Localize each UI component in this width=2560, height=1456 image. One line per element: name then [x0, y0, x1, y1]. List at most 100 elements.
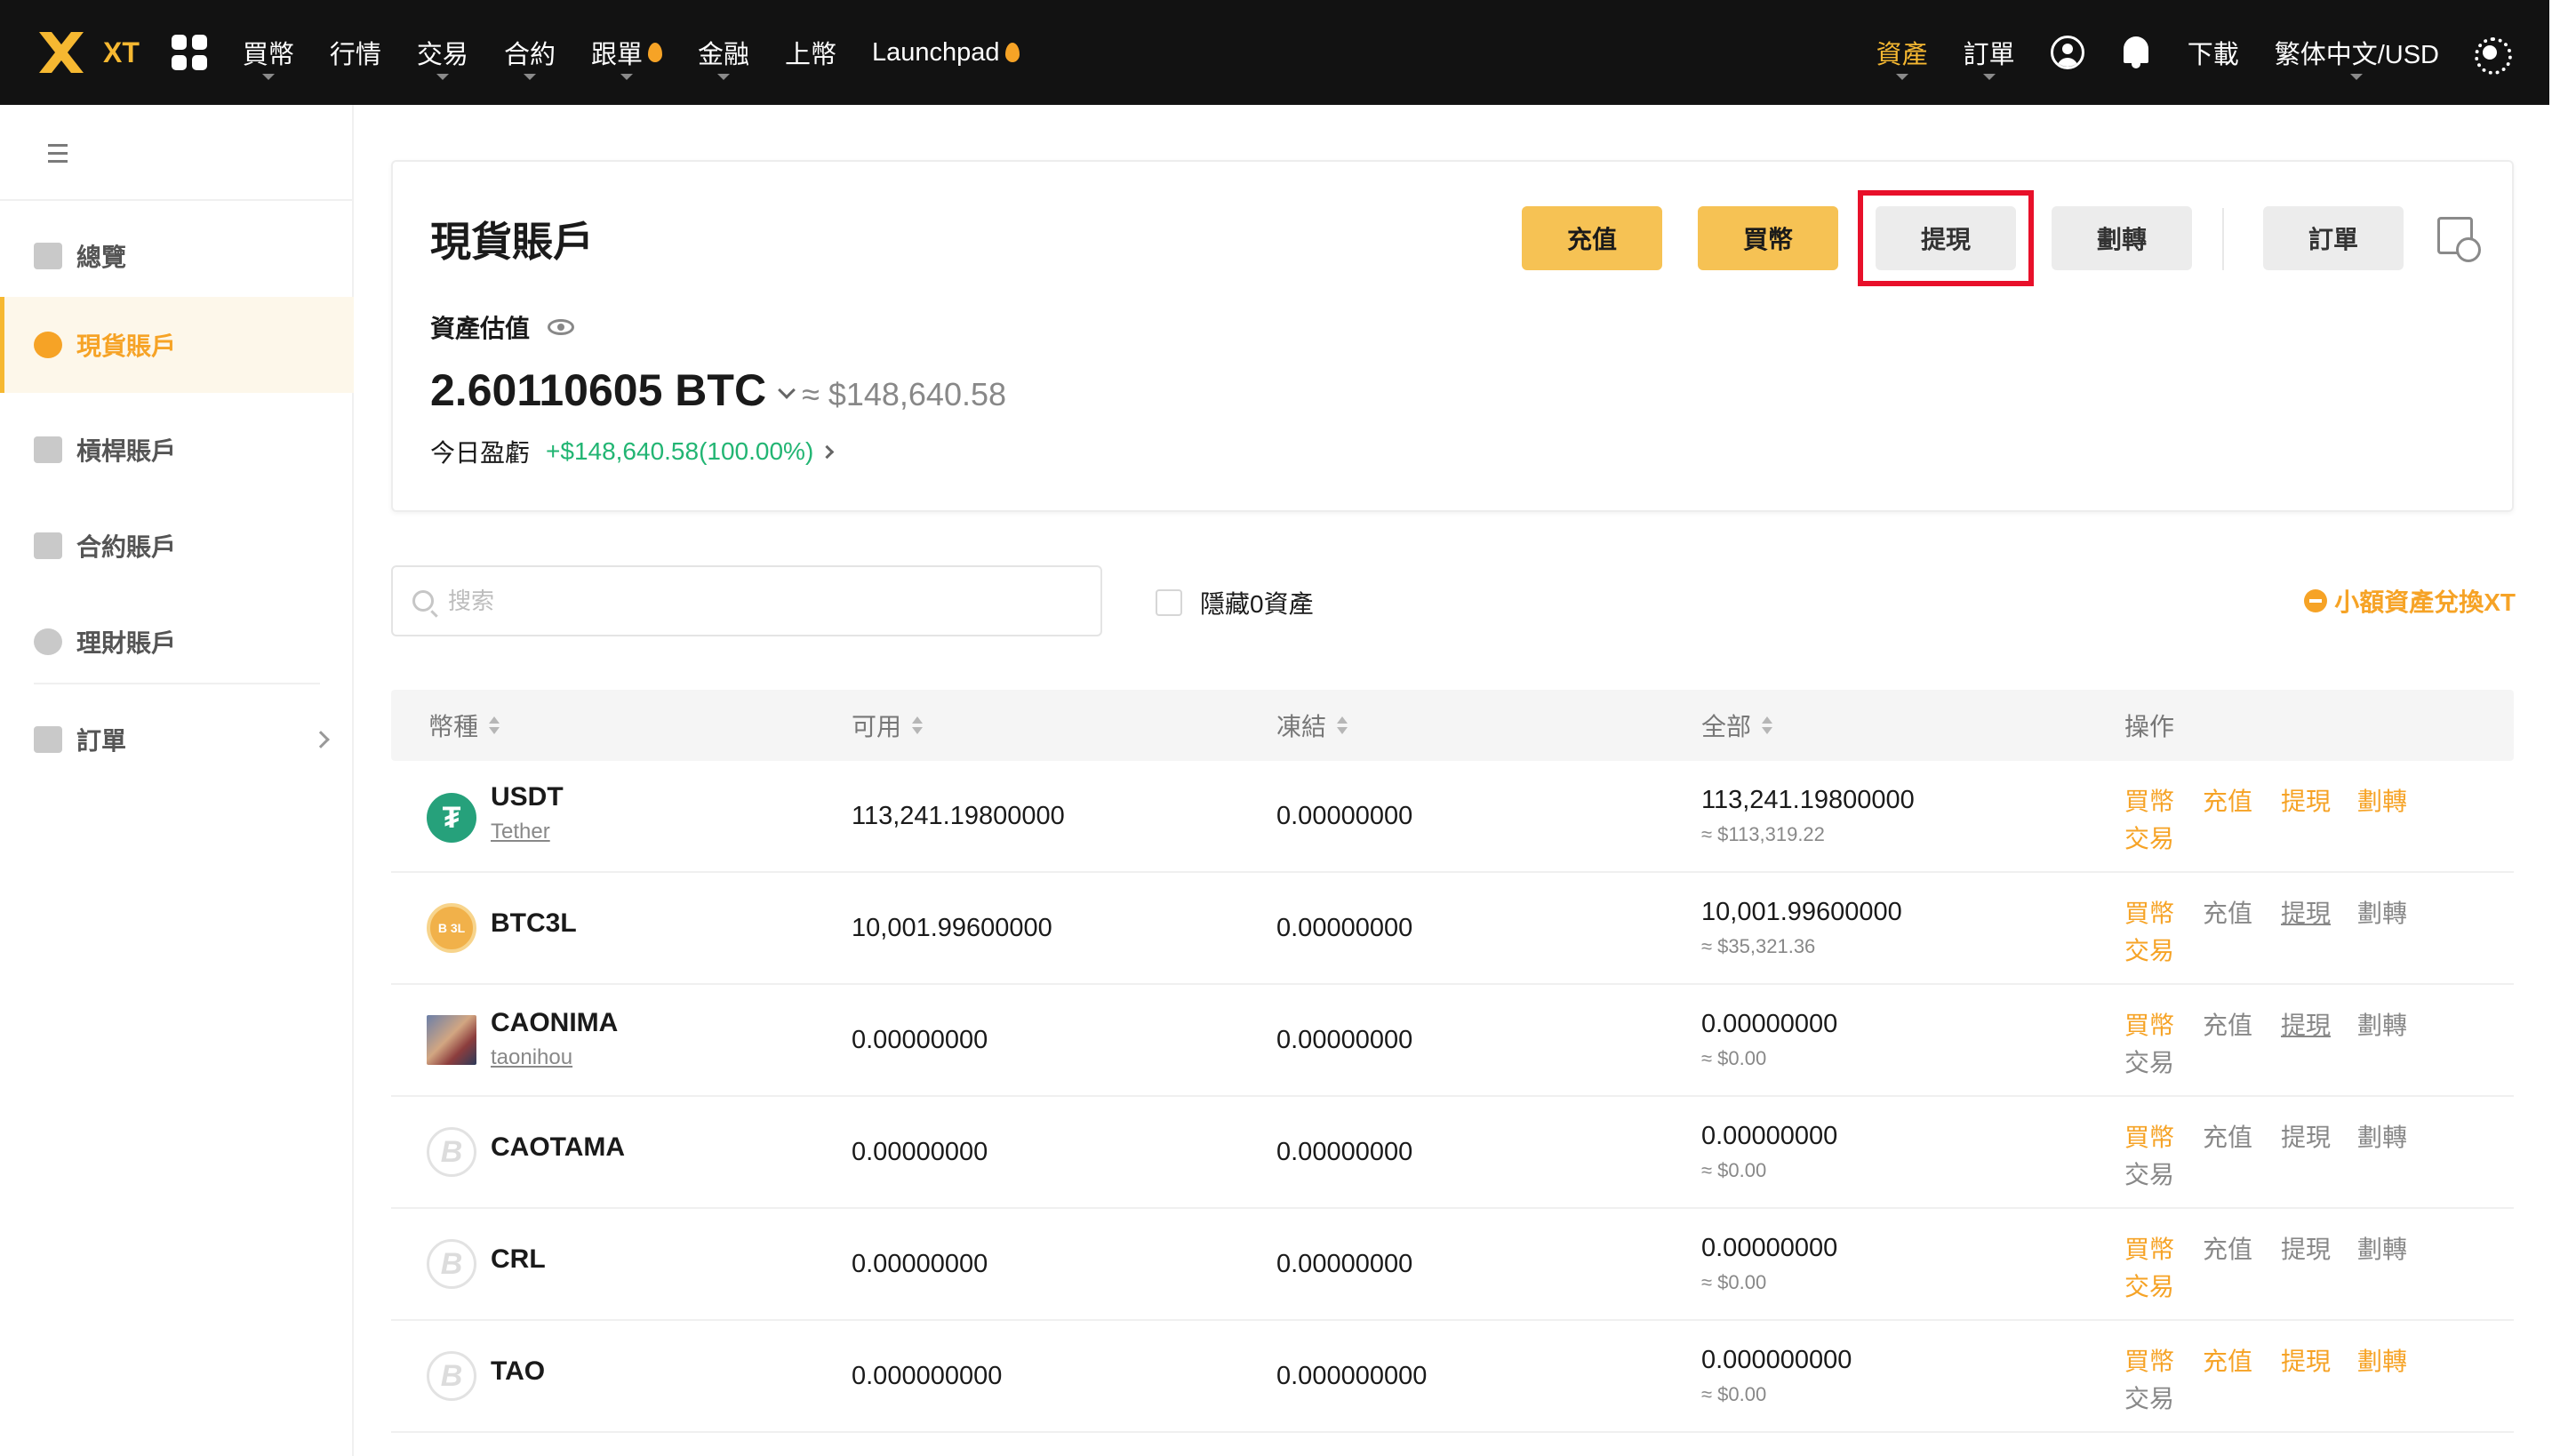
chevron-down-icon[interactable]	[778, 381, 796, 399]
nav-language[interactable]: 繁体中文/USD	[2275, 0, 2439, 105]
action-withdraw[interactable]: 提現	[2281, 1118, 2331, 1154]
frozen-amount: 0.00000000	[1276, 914, 1413, 942]
action-deposit[interactable]: 充值	[2203, 1006, 2252, 1042]
transfer-button[interactable]: 劃轉	[2052, 206, 2192, 270]
xt-logo-icon	[39, 32, 84, 73]
action-deposit[interactable]: 充值	[2203, 1118, 2252, 1154]
history-record-icon[interactable]	[2437, 217, 2481, 262]
coin-symbol: CAONIMA	[491, 1008, 619, 1037]
small-assets-convert-link[interactable]: 小額資產兌換XT	[2304, 583, 2516, 619]
sidebar-item-spot-account[interactable]: 現貨賬戶	[0, 297, 354, 393]
hide-zero-assets[interactable]: 隱藏0資產	[1156, 585, 1314, 620]
chevron-down-icon	[1982, 74, 1996, 80]
table-row: CAONIMA taonihou 0.00000000 0.00000000 0…	[391, 985, 2514, 1097]
logo[interactable]: XT	[34, 25, 140, 80]
orders-button[interactable]: 訂單	[2263, 206, 2404, 270]
action-buy[interactable]: 買幣	[2124, 1230, 2174, 1266]
sort-icon	[912, 716, 924, 734]
sort-icon	[489, 716, 500, 734]
action-trade[interactable]: 交易	[2124, 1268, 2174, 1303]
balance-btc: 2.60110605 BTC	[430, 365, 767, 415]
action-buy[interactable]: 買幣	[2124, 894, 2174, 930]
finance-icon	[34, 628, 62, 655]
action-trade[interactable]: 交易	[2124, 1044, 2174, 1079]
pnl-label: 今日盈虧	[430, 439, 531, 467]
action-transfer[interactable]: 劃轉	[2357, 782, 2407, 818]
nav-user[interactable]	[2050, 0, 2084, 105]
nav-buy-crypto[interactable]: 買幣	[243, 0, 294, 105]
frozen-amount: 0.00000000	[1276, 1026, 1413, 1054]
search-input[interactable]	[448, 587, 1070, 615]
hide-zero-checkbox[interactable]	[1156, 589, 1182, 616]
column-header-frozen[interactable]: 凍結	[1276, 690, 1348, 761]
action-buy[interactable]: 買幣	[2124, 782, 2174, 818]
action-deposit[interactable]: 充值	[2203, 782, 2252, 818]
generic-coin-icon: B	[427, 1239, 476, 1289]
search-box[interactable]	[391, 565, 1102, 636]
action-transfer[interactable]: 劃轉	[2357, 1006, 2407, 1042]
column-header-total[interactable]: 全部	[1701, 690, 1773, 761]
action-withdraw[interactable]: 提現	[2281, 1230, 2331, 1266]
action-withdraw[interactable]: 提現	[2281, 1006, 2331, 1042]
menu-collapse-icon[interactable]	[41, 144, 68, 165]
eye-icon[interactable]	[548, 319, 575, 335]
sliders-icon	[34, 436, 62, 463]
frozen-amount: 0.00000000	[1276, 1250, 1413, 1278]
nav-trade[interactable]: 交易	[417, 0, 468, 105]
action-deposit[interactable]: 充值	[2203, 1230, 2252, 1266]
sidebar-item-overview[interactable]: 總覽	[0, 208, 354, 304]
nav-futures[interactable]: 合約	[504, 0, 556, 105]
coin-fullname[interactable]: Tether	[491, 820, 550, 844]
action-transfer[interactable]: 劃轉	[2357, 1118, 2407, 1154]
order-list-icon	[34, 726, 62, 753]
nav-download[interactable]: 下載	[2188, 0, 2239, 105]
nav-notifications[interactable]	[2120, 0, 2152, 105]
frozen-amount: 0.000000000	[1276, 1362, 1428, 1390]
action-buy[interactable]: 買幣	[2124, 1342, 2174, 1378]
action-buy[interactable]: 買幣	[2124, 1118, 2174, 1154]
btc3l-icon: B 3L	[427, 903, 476, 953]
chevron-down-icon	[1895, 74, 1908, 80]
nav-listing[interactable]: 上幣	[785, 0, 836, 105]
action-transfer[interactable]: 劃轉	[2357, 1230, 2407, 1266]
action-trade[interactable]: 交易	[2124, 1380, 2174, 1415]
action-trade[interactable]: 交易	[2124, 1156, 2174, 1191]
sort-icon	[1762, 716, 1773, 734]
action-withdraw[interactable]: 提現	[2281, 1342, 2331, 1378]
frozen-amount: 0.00000000	[1276, 802, 1413, 830]
nav-assets[interactable]: 資產	[1876, 0, 1928, 105]
action-withdraw[interactable]: 提現	[2281, 782, 2331, 818]
coin-fullname[interactable]: taonihou	[491, 1045, 572, 1070]
column-header-coin[interactable]: 幣種	[428, 690, 500, 761]
available-amount: 0.00000000	[852, 1250, 988, 1278]
tether-icon: ₮	[427, 793, 476, 843]
sidebar-item-margin-account[interactable]: 槓桿賬戶	[0, 402, 354, 498]
action-buy[interactable]: 買幣	[2124, 1006, 2174, 1042]
divider	[34, 683, 320, 684]
chevron-right-icon	[312, 731, 330, 748]
nav-orders[interactable]: 訂單	[1964, 0, 2015, 105]
today-pnl[interactable]: 今日盈虧 +$148,640.58(100.00%)	[430, 434, 835, 469]
nav-markets[interactable]: 行情	[330, 0, 381, 105]
action-deposit[interactable]: 充值	[2203, 894, 2252, 930]
action-trade[interactable]: 交易	[2124, 932, 2174, 967]
action-trade[interactable]: 交易	[2124, 820, 2174, 855]
nav-copy-trading[interactable]: 跟單	[591, 0, 662, 105]
sidebar-item-futures-account[interactable]: 合約賬戶	[0, 498, 354, 594]
buy-button[interactable]: 買幣	[1698, 206, 1838, 270]
action-deposit[interactable]: 充值	[2203, 1342, 2252, 1378]
total-usd-value: ≈ $0.00	[1701, 1383, 1767, 1405]
nav-theme-toggle[interactable]	[2475, 0, 2512, 105]
nav-launchpad[interactable]: Launchpad	[872, 0, 1020, 105]
action-transfer[interactable]: 劃轉	[2357, 1342, 2407, 1378]
deposit-button[interactable]: 充值	[1522, 206, 1662, 270]
total-usd-value: ≈ $0.00	[1701, 1159, 1767, 1181]
apps-grid-icon[interactable]	[171, 35, 207, 70]
action-transfer[interactable]: 劃轉	[2357, 894, 2407, 930]
nav-finance[interactable]: 金融	[698, 0, 749, 105]
column-header-available[interactable]: 可用	[852, 690, 924, 761]
sidebar-item-orders[interactable]: 訂單	[0, 692, 354, 788]
sidebar-item-finance-account[interactable]: 理財賬戶	[0, 594, 354, 690]
action-withdraw[interactable]: 提現	[2281, 894, 2331, 930]
total-usd-value: ≈ $35,321.36	[1701, 935, 1816, 957]
